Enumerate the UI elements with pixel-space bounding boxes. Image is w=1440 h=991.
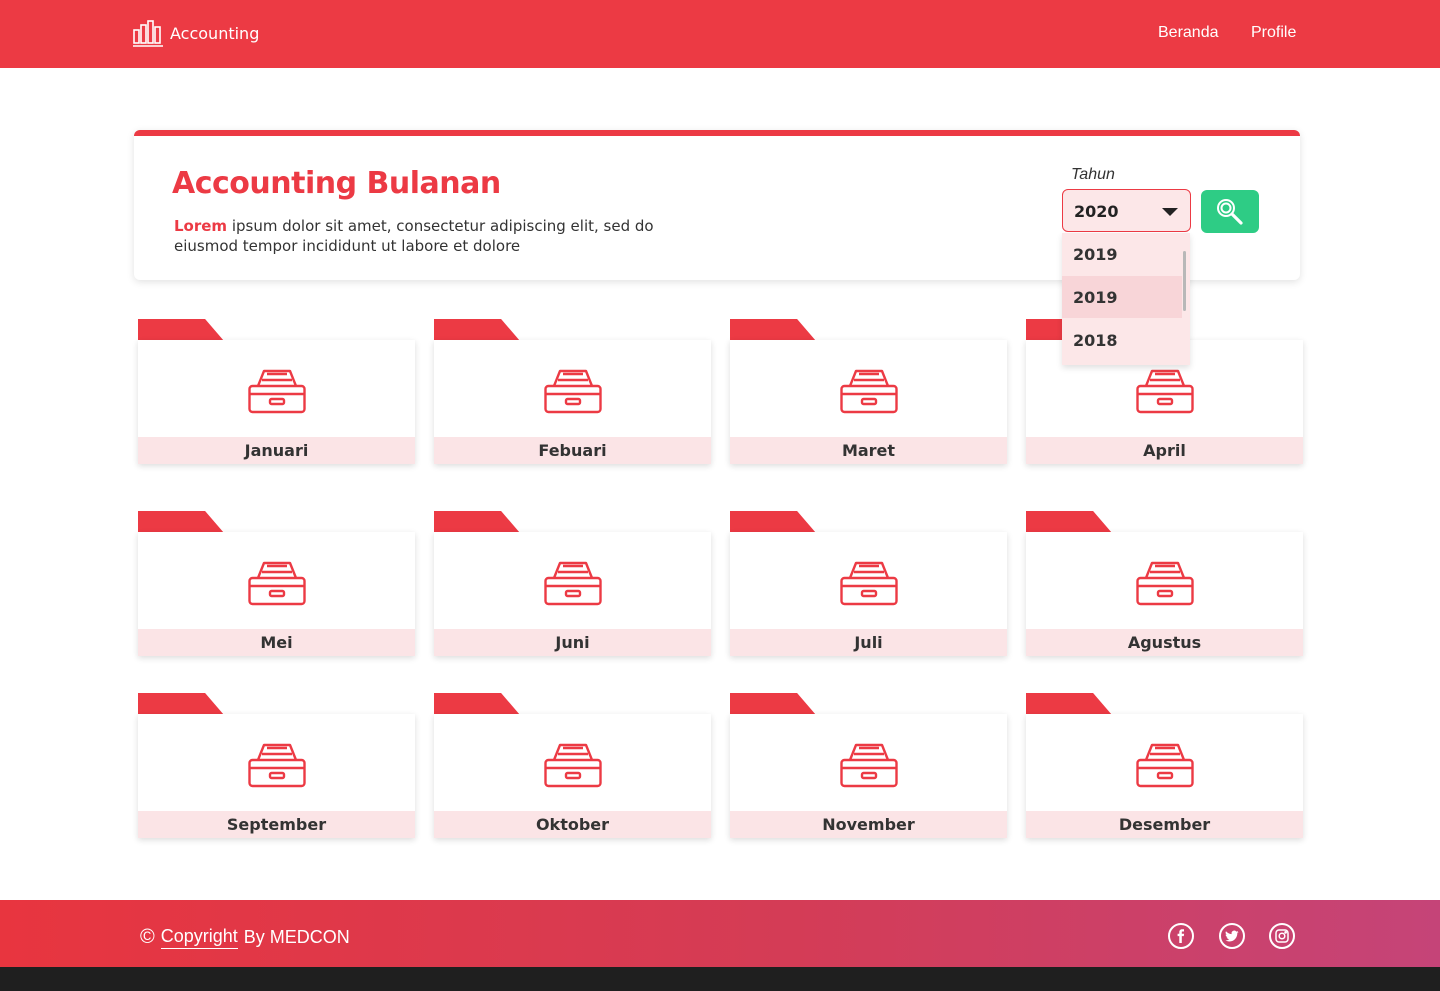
archive-tray-icon — [544, 743, 602, 788]
archive-tray-icon — [1136, 561, 1194, 606]
month-folder[interactable]: Maret — [730, 319, 1007, 464]
folder-label-bar: Juni — [434, 629, 711, 656]
folder-label-bar: Agustus — [1026, 629, 1303, 656]
archive-tray-icon — [248, 369, 306, 414]
month-folder[interactable]: Oktober — [434, 693, 711, 838]
year-selected-value: 2020 — [1074, 202, 1119, 221]
instagram-icon[interactable] — [1269, 923, 1295, 949]
folder-body: Mei — [138, 532, 415, 656]
month-name: September — [226, 815, 327, 834]
copyright-owner: By MEDCON — [243, 927, 350, 947]
folder-body: Febuari — [434, 340, 711, 464]
folder-label-bar: Januari — [138, 437, 415, 464]
folder-body: Juli — [730, 532, 1007, 656]
page-description: Lorem ipsum dolor sit amet, consectetur … — [174, 216, 674, 256]
footer-bottom-bar — [0, 967, 1440, 991]
folder-tab — [434, 511, 520, 533]
folder-body: September — [138, 714, 415, 838]
search-icon — [1217, 199, 1243, 225]
month-folder[interactable]: November — [730, 693, 1007, 838]
folder-label-bar: Maret — [730, 437, 1007, 464]
year-option[interactable]: 2019 — [1062, 276, 1182, 318]
description-highlight: Lorem — [174, 217, 228, 235]
folder-label-bar: Oktober — [434, 811, 711, 838]
month-name: Febuari — [538, 441, 607, 460]
bar-chart-icon — [133, 20, 163, 47]
archive-tray-icon — [1136, 369, 1194, 414]
folder-tab — [138, 319, 224, 341]
folder-label-bar: Juli — [730, 629, 1007, 656]
folder-body: Oktober — [434, 714, 711, 838]
year-dropdown: 2019 2019 2018 — [1062, 233, 1190, 365]
folder-body: November — [730, 714, 1007, 838]
archive-tray-icon — [544, 369, 602, 414]
copyright: © Copyright By MEDCON — [140, 926, 350, 949]
month-folder[interactable]: September — [138, 693, 415, 838]
month-name: Maret — [841, 441, 896, 460]
month-folder[interactable]: Mei — [138, 511, 415, 656]
month-name: Oktober — [535, 815, 610, 834]
month-name: Juni — [555, 633, 590, 652]
month-name: Juli — [854, 633, 883, 652]
month-folder[interactable]: Juli — [730, 511, 1007, 656]
copyright-link[interactable]: Copyright — [160, 926, 238, 949]
folder-body: Januari — [138, 340, 415, 464]
page-title: Accounting Bulanan — [172, 166, 501, 201]
archive-tray-icon — [248, 561, 306, 606]
footer: © Copyright By MEDCON — [0, 900, 1440, 967]
folder-tab — [730, 319, 816, 341]
folder-tab — [1026, 511, 1112, 533]
month-folder[interactable]: Agustus — [1026, 511, 1303, 656]
month-name: Januari — [244, 441, 309, 460]
folder-label-bar: September — [138, 811, 415, 838]
brand[interactable]: Accounting — [132, 18, 259, 48]
archive-tray-icon — [248, 743, 306, 788]
year-label: Tahun — [1071, 166, 1115, 183]
folder-tab — [434, 319, 520, 341]
folder-body: Juni — [434, 532, 711, 656]
archive-tray-icon — [1136, 743, 1194, 788]
month-folder[interactable]: Desember — [1026, 693, 1303, 838]
year-option[interactable]: 2018 — [1062, 319, 1182, 361]
folder-tab — [730, 511, 816, 533]
folder-body: Agustus — [1026, 532, 1303, 656]
archive-tray-icon — [840, 369, 898, 414]
month-folder[interactable]: Juni — [434, 511, 711, 656]
month-name: Desember — [1118, 815, 1211, 834]
folder-tab — [138, 511, 224, 533]
copyright-icon: © — [140, 926, 155, 948]
nav-link-beranda[interactable]: Beranda — [1158, 24, 1219, 42]
folder-body: Desember — [1026, 714, 1303, 838]
navbar: Accounting Beranda Profile — [0, 0, 1440, 68]
archive-tray-icon — [840, 561, 898, 606]
month-name: November — [822, 815, 915, 834]
month-name: April — [1143, 441, 1186, 460]
folder-label-bar: Febuari — [434, 437, 711, 464]
folder-tab — [138, 693, 224, 715]
month-folder[interactable]: Januari — [138, 319, 415, 464]
search-button[interactable] — [1201, 190, 1259, 233]
folder-body: Maret — [730, 340, 1007, 464]
folder-label-bar: April — [1026, 437, 1303, 464]
twitter-icon[interactable] — [1219, 923, 1245, 949]
nav-link-profile[interactable]: Profile — [1251, 24, 1296, 42]
dropdown-scrollbar[interactable] — [1183, 251, 1186, 311]
folder-label-bar: Desember — [1026, 811, 1303, 838]
folder-label-bar: November — [730, 811, 1007, 838]
description-text: ipsum dolor sit amet, consectetur adipis… — [174, 217, 654, 255]
archive-tray-icon — [544, 561, 602, 606]
facebook-icon[interactable] — [1168, 923, 1194, 949]
caret-down-icon — [1162, 208, 1178, 216]
month-folder[interactable]: Febuari — [434, 319, 711, 464]
month-name: Agustus — [1127, 633, 1202, 652]
year-option[interactable]: 2019 — [1062, 233, 1182, 275]
folder-label-bar: Mei — [138, 629, 415, 656]
folder-tab — [1026, 693, 1112, 715]
year-select[interactable]: 2020 — [1062, 189, 1191, 232]
archive-tray-icon — [840, 743, 898, 788]
folder-tab — [730, 693, 816, 715]
month-name: Mei — [260, 633, 293, 652]
folder-tab — [434, 693, 520, 715]
brand-name: Accounting — [170, 23, 260, 43]
